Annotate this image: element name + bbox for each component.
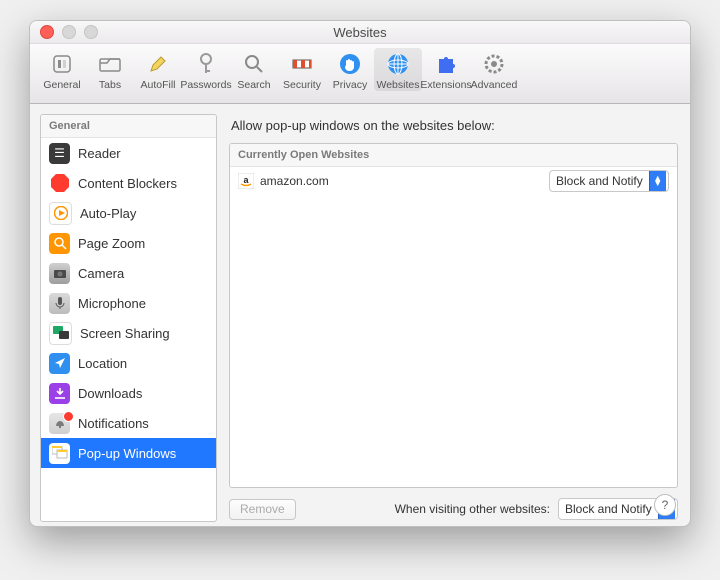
key-icon <box>192 50 220 78</box>
sidebar-item-label: Camera <box>78 266 124 281</box>
sidebar-item-label: Screen Sharing <box>80 326 170 341</box>
tabs-icon <box>96 50 124 78</box>
sidebar-item-page-zoom[interactable]: Page Zoom <box>41 228 216 258</box>
sidebar-item-popup-windows[interactable]: Pop-up Windows <box>41 438 216 468</box>
sidebar-item-label: Microphone <box>78 296 146 311</box>
websites-list: Currently Open Websites a amazon.com Blo… <box>229 143 678 488</box>
toolbar-tab-passwords[interactable]: Passwords <box>182 48 230 91</box>
website-domain: amazon.com <box>260 174 549 188</box>
barrier-icon <box>288 50 316 78</box>
sidebar-header: General <box>41 115 216 138</box>
toolbar-tab-search[interactable]: Search <box>230 48 278 91</box>
help-button[interactable]: ? <box>654 494 676 516</box>
toolbar-tab-security[interactable]: Security <box>278 48 326 91</box>
sidebar: General ☰ Reader Content Blockers Auto-P… <box>40 114 217 522</box>
puzzle-icon <box>432 50 460 78</box>
microphone-icon <box>49 293 70 314</box>
toolbar-tab-general[interactable]: General <box>38 48 86 91</box>
select-value: Block and Notify <box>565 502 652 516</box>
amazon-favicon-icon: a <box>238 173 254 189</box>
website-row[interactable]: a amazon.com Block and Notify ▲▼ <box>230 167 677 195</box>
remove-button[interactable]: Remove <box>229 499 296 520</box>
preferences-toolbar: General Tabs AutoFill Passwords Search S… <box>30 44 690 104</box>
zoom-icon <box>49 233 70 254</box>
gear-icon <box>480 50 508 78</box>
default-policy-label: When visiting other websites: <box>395 502 550 516</box>
location-icon <box>49 353 70 374</box>
hand-icon <box>336 50 364 78</box>
toolbar-tab-websites[interactable]: Websites <box>374 48 422 91</box>
sidebar-item-label: Auto-Play <box>80 206 136 221</box>
toolbar-tab-advanced[interactable]: Advanced <box>470 48 518 91</box>
sidebar-item-label: Page Zoom <box>78 236 145 251</box>
pencil-icon <box>144 50 172 78</box>
globe-icon <box>384 50 412 78</box>
switch-icon <box>48 50 76 78</box>
sidebar-item-content-blockers[interactable]: Content Blockers <box>41 168 216 198</box>
search-icon <box>240 50 268 78</box>
main-footer: Remove When visiting other websites: Blo… <box>229 498 678 520</box>
sidebar-item-autoplay[interactable]: Auto-Play <box>41 198 216 228</box>
screens-icon <box>49 322 72 345</box>
list-section-header: Currently Open Websites <box>230 144 677 167</box>
select-value: Block and Notify <box>556 174 643 188</box>
notification-badge <box>63 411 74 422</box>
sidebar-item-label: Downloads <box>78 386 142 401</box>
windows-icon <box>49 443 70 464</box>
reader-icon: ☰ <box>49 143 70 164</box>
toolbar-tab-autofill[interactable]: AutoFill <box>134 48 182 91</box>
play-icon <box>49 202 72 225</box>
download-icon <box>49 383 70 404</box>
sidebar-item-label: Pop-up Windows <box>78 446 176 461</box>
toolbar-tab-privacy[interactable]: Privacy <box>326 48 374 91</box>
sidebar-item-reader[interactable]: ☰ Reader <box>41 138 216 168</box>
chevron-updown-icon: ▲▼ <box>649 171 666 191</box>
sidebar-item-microphone[interactable]: Microphone <box>41 288 216 318</box>
titlebar: Websites <box>30 21 690 44</box>
preferences-window: Websites General Tabs AutoFill Passwords… <box>29 20 691 527</box>
website-policy-select[interactable]: Block and Notify ▲▼ <box>549 170 669 192</box>
sidebar-item-screen-sharing[interactable]: Screen Sharing <box>41 318 216 348</box>
sidebar-item-label: Location <box>78 356 127 371</box>
camera-icon <box>49 263 70 284</box>
sidebar-item-label: Reader <box>78 146 121 161</box>
main-heading: Allow pop-up windows on the websites bel… <box>231 118 678 133</box>
sidebar-item-label: Notifications <box>78 416 149 431</box>
sidebar-item-downloads[interactable]: Downloads <box>41 378 216 408</box>
toolbar-tab-tabs[interactable]: Tabs <box>86 48 134 91</box>
stop-icon <box>49 173 70 194</box>
sidebar-item-notifications[interactable]: Notifications <box>41 408 216 438</box>
sidebar-item-camera[interactable]: Camera <box>41 258 216 288</box>
toolbar-tab-extensions[interactable]: Extensions <box>422 48 470 91</box>
main-panel: Allow pop-up windows on the websites bel… <box>217 104 690 527</box>
window-title: Websites <box>30 25 690 40</box>
sidebar-item-location[interactable]: Location <box>41 348 216 378</box>
sidebar-item-label: Content Blockers <box>78 176 177 191</box>
